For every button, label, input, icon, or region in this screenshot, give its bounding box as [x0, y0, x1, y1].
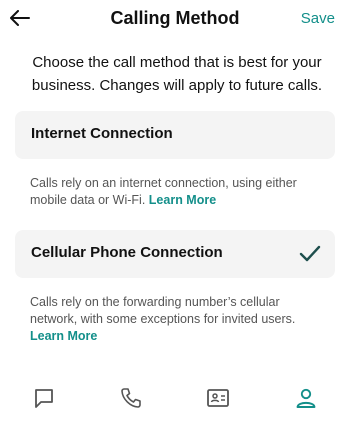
save-button[interactable]: Save	[301, 10, 335, 27]
option-description-cellular: Calls rely on the forwarding number’s ce…	[30, 294, 326, 345]
back-button[interactable]	[8, 6, 32, 30]
learn-more-link[interactable]: Learn More	[149, 193, 216, 207]
arrow-left-icon	[10, 10, 30, 26]
bottom-nav	[0, 372, 350, 426]
top-bar: Calling Method Save	[0, 0, 350, 40]
chat-bubble-icon	[35, 389, 53, 408]
option-internet-connection[interactable]: Internet Connection	[15, 111, 335, 159]
person-icon	[296, 388, 316, 408]
option-label: Internet Connection	[31, 125, 173, 142]
calling-method-screen: Calling Method Save Choose the call meth…	[0, 0, 350, 426]
phone-icon	[121, 388, 141, 408]
option-cellular-connection[interactable]: Cellular Phone Connection	[15, 230, 335, 278]
learn-more-link[interactable]: Learn More	[30, 329, 97, 343]
nav-account[interactable]	[292, 384, 320, 412]
nav-contacts[interactable]	[204, 384, 232, 412]
option-description-internet: Calls rely on an internet connection, us…	[30, 175, 326, 209]
nav-calls[interactable]	[117, 384, 145, 412]
description-text: Calls rely on the forwarding number’s ce…	[30, 295, 296, 326]
contact-card-icon	[207, 389, 229, 407]
intro-text: Choose the call method that is best for …	[31, 54, 323, 94]
nav-messages[interactable]	[30, 384, 58, 412]
page-title: Calling Method	[110, 8, 240, 28]
option-label: Cellular Phone Connection	[31, 244, 223, 261]
checkmark-icon	[299, 245, 321, 262]
